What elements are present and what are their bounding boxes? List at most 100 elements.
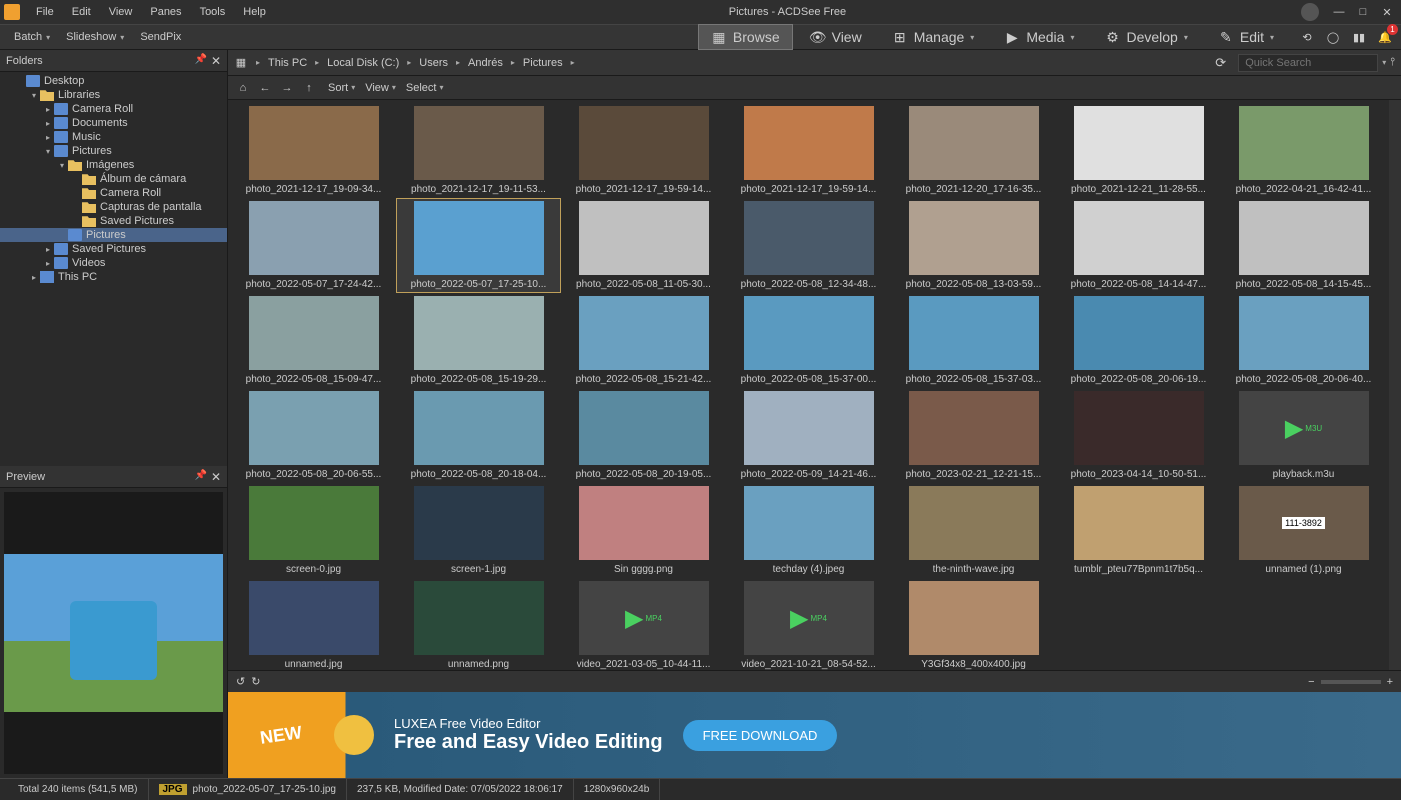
reload-ccw-icon[interactable]: ↺ (236, 675, 245, 688)
menu-help[interactable]: Help (235, 3, 274, 21)
thumbnail-item[interactable]: photo_2022-05-08_11-05-30... (562, 199, 725, 292)
breadcrumb-segment[interactable]: Andrés (464, 55, 507, 71)
thumbnail-item[interactable]: photo_2021-12-17_19-59-14... (562, 104, 725, 197)
tree-twisty-icon[interactable]: ▸ (28, 273, 40, 282)
search-dropdown-icon[interactable]: ▾ (1382, 58, 1386, 67)
thumbnail-item[interactable]: photo_2023-02-21_12-21-15... (892, 389, 1055, 482)
thumbnail-item[interactable]: photo_2022-05-08_15-37-00... (727, 294, 890, 387)
zoom-slider[interactable] (1321, 680, 1381, 684)
select-dropdown[interactable]: Select▾ (406, 82, 444, 94)
tree-item[interactable]: ▸Saved Pictures (0, 242, 227, 256)
quick-search-input[interactable] (1238, 54, 1378, 72)
thumbnail-item[interactable]: photo_2021-12-17_19-09-34... (232, 104, 395, 197)
forward-icon[interactable]: → (278, 79, 296, 97)
stats-icon[interactable]: ▮▮ (1349, 27, 1369, 47)
tree-item[interactable]: ▸This PC (0, 270, 227, 284)
mode-tab-edit[interactable]: ✎Edit▾ (1205, 24, 1287, 50)
tree-twisty-icon[interactable]: ▾ (56, 161, 68, 170)
thumbnail-item[interactable]: screen-0.jpg (232, 484, 395, 577)
thumbnail-item[interactable]: photo_2022-05-08_20-18-04... (397, 389, 560, 482)
tree-item[interactable]: Saved Pictures (0, 214, 227, 228)
menu-panes[interactable]: Panes (142, 3, 189, 21)
tree-twisty-icon[interactable]: ▸ (42, 133, 54, 142)
reload-cw-icon[interactable]: ↻ (251, 675, 260, 688)
maximize-button[interactable]: □ (1353, 5, 1373, 19)
tree-item[interactable]: ▸Camera Roll (0, 102, 227, 116)
thumbnail-item[interactable]: photo_2022-05-09_14-21-46... (727, 389, 890, 482)
notification-bell-icon[interactable]: 🔔1 (1375, 27, 1395, 47)
user-avatar-icon[interactable] (1301, 3, 1319, 21)
menu-tools[interactable]: Tools (192, 3, 234, 21)
breadcrumb-chevron-icon[interactable]: ▸ (569, 58, 577, 67)
thumbnail-item[interactable]: photo_2022-05-08_20-06-19... (1057, 294, 1220, 387)
refresh-icon[interactable]: ⟳ (1215, 55, 1226, 71)
thumbnail-item[interactable]: unnamed.png (397, 579, 560, 670)
mode-tab-manage[interactable]: ⊞Manage▾ (879, 24, 988, 50)
thumbnail-item[interactable]: screen-1.jpg (397, 484, 560, 577)
tree-item[interactable]: Álbum de cámara (0, 172, 227, 186)
thumbnail-item[interactable]: photo_2022-05-08_12-34-48... (727, 199, 890, 292)
thumbnail-item[interactable]: photo_2022-05-08_15-21-42... (562, 294, 725, 387)
tree-twisty-icon[interactable]: ▾ (28, 91, 40, 100)
tree-twisty-icon[interactable]: ▾ (42, 147, 54, 156)
thumbnail-item[interactable]: 111-3892unnamed (1).png (1222, 484, 1385, 577)
sync-icon[interactable]: ⟲ (1297, 27, 1317, 47)
breadcrumb-chevron-icon[interactable]: ▸ (454, 58, 462, 67)
breadcrumb-chevron-icon[interactable]: ▸ (313, 58, 321, 67)
thumbnail-item[interactable]: Sin gggg.png (562, 484, 725, 577)
thumbnail-item[interactable]: tumblr_pteu77Bpnm1t7b5q... (1057, 484, 1220, 577)
view-dropdown[interactable]: View▾ (365, 82, 396, 94)
ad-download-button[interactable]: FREE DOWNLOAD (683, 720, 838, 751)
thumbnail-item[interactable]: photo_2021-12-21_11-28-55... (1057, 104, 1220, 197)
tree-item[interactable]: Camera Roll (0, 186, 227, 200)
thumbnail-item[interactable]: the-ninth-wave.jpg (892, 484, 1055, 577)
thumbnail-item[interactable]: photo_2022-05-08_14-15-45... (1222, 199, 1385, 292)
close-button[interactable]: ✕ (1377, 5, 1397, 19)
tree-item[interactable]: ▸Videos (0, 256, 227, 270)
ad-banner[interactable]: NEW LUXEA Free Video Editor Free and Eas… (228, 692, 1401, 778)
back-icon[interactable]: ← (256, 79, 274, 97)
menu-edit[interactable]: Edit (64, 3, 99, 21)
close-panel-icon[interactable]: ✕ (211, 54, 221, 68)
thumbnail-item[interactable]: photo_2022-05-08_15-09-47... (232, 294, 395, 387)
sort-dropdown[interactable]: Sort▾ (328, 82, 355, 94)
thumbnail-item[interactable]: photo_2022-05-07_17-25-10... (397, 199, 560, 292)
breadcrumb-segment[interactable]: This PC (264, 55, 311, 71)
tree-twisty-icon[interactable]: ▸ (42, 105, 54, 114)
thumbnail-item[interactable]: photo_2021-12-20_17-16-35... (892, 104, 1055, 197)
mode-tab-media[interactable]: ▶Media▾ (991, 24, 1087, 50)
thumbnail-item[interactable]: Y3Gf34x8_400x400.jpg (892, 579, 1055, 670)
breadcrumb-chevron-icon[interactable]: ▸ (405, 58, 413, 67)
breadcrumb-segment[interactable]: Users (415, 55, 452, 71)
365-icon[interactable]: ◯ (1323, 27, 1343, 47)
thumbnail-item[interactable]: photo_2022-05-08_20-06-55... (232, 389, 395, 482)
zoom-out-icon[interactable]: − (1308, 676, 1314, 688)
batch-button[interactable]: Batch▾ (6, 29, 58, 45)
thumbnail-item[interactable]: photo_2022-05-08_15-19-29... (397, 294, 560, 387)
slideshow-button[interactable]: Slideshow▾ (58, 29, 132, 45)
thumbnail-item[interactable]: unnamed.jpg (232, 579, 395, 670)
breadcrumb-segment[interactable]: Local Disk (C:) (323, 55, 403, 71)
tree-item[interactable]: ▾Pictures (0, 144, 227, 158)
thumbnail-item[interactable]: photo_2022-05-08_14-14-47... (1057, 199, 1220, 292)
thumbnail-item[interactable]: photo_2021-12-17_19-11-53... (397, 104, 560, 197)
filter-icon[interactable]: ⫯ (1390, 56, 1395, 69)
mode-tab-browse[interactable]: ▦Browse (698, 24, 793, 50)
thumbnail-item[interactable]: photo_2022-05-08_20-06-40... (1222, 294, 1385, 387)
mode-tab-view[interactable]: 👁View (797, 24, 875, 50)
close-panel-icon[interactable]: ✕ (211, 470, 221, 484)
thumbnail-item[interactable]: photo_2023-04-14_10-50-51... (1057, 389, 1220, 482)
tree-twisty-icon[interactable]: ▸ (42, 259, 54, 268)
tree-item[interactable]: Capturas de pantalla (0, 200, 227, 214)
mode-tab-develop[interactable]: ⚙Develop▾ (1091, 24, 1200, 50)
thumbnail-item[interactable]: photo_2022-05-08_13-03-59... (892, 199, 1055, 292)
thumbnail-item[interactable]: techday (4).jpeg (727, 484, 890, 577)
tree-item[interactable]: ▾Libraries (0, 88, 227, 102)
thumbnail-item[interactable]: ▶MP4video_2021-03-05_10-44-11... (562, 579, 725, 670)
home-icon[interactable]: ⌂ (234, 79, 252, 97)
up-icon[interactable]: ↑ (300, 79, 318, 97)
thumbnail-item[interactable]: ▶MP4video_2021-10-21_08-54-52... (727, 579, 890, 670)
menu-view[interactable]: View (101, 3, 141, 21)
thumbnail-item[interactable]: photo_2022-05-08_15-37-03... (892, 294, 1055, 387)
folder-icon[interactable]: ▦ (232, 54, 250, 72)
